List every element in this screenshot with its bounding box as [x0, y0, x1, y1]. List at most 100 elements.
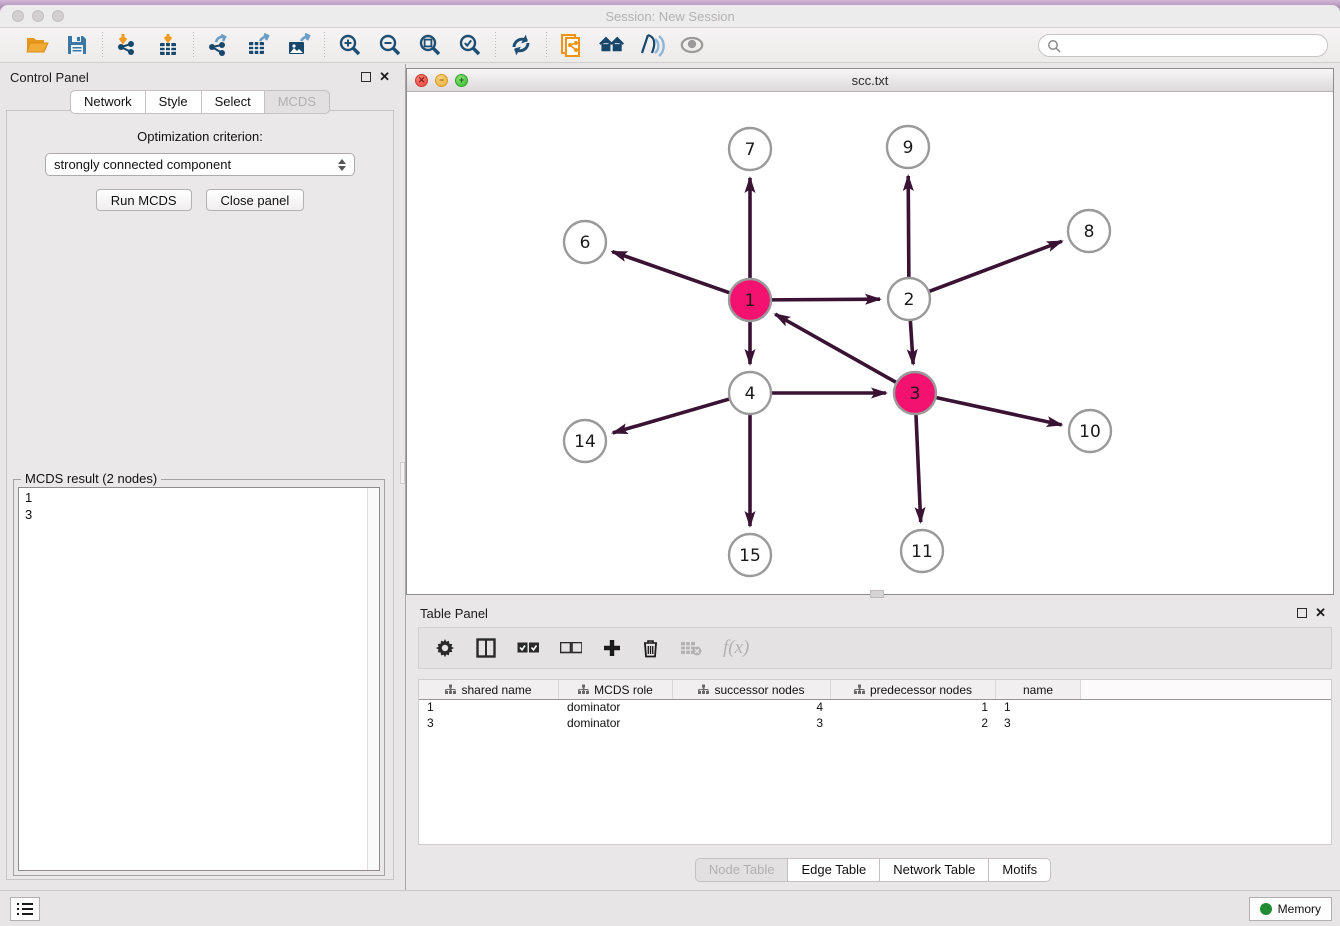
result-line: 1 [25, 489, 373, 506]
table-cell[interactable]: 3 [673, 716, 831, 732]
import-table-icon[interactable] [155, 32, 181, 58]
table-row[interactable]: 3dominator323 [419, 716, 1331, 732]
horizontal-splitter-handle[interactable] [870, 590, 884, 598]
tab-motifs[interactable]: Motifs [989, 858, 1051, 882]
new-network-file-icon[interactable] [559, 32, 585, 58]
result-line: 3 [25, 506, 373, 523]
graph-edge-3-1[interactable] [775, 314, 898, 383]
column-header-predecessor-nodes[interactable]: predecessor nodes [831, 680, 996, 699]
column-header-shared-name[interactable]: shared name [419, 680, 559, 699]
select-stepper-icon [338, 159, 346, 171]
export-image-icon[interactable] [286, 32, 312, 58]
table-cell[interactable]: 4 [673, 700, 831, 716]
function-builder-icon[interactable]: f(x) [723, 636, 749, 660]
column-header-MCDS-role[interactable]: MCDS role [559, 680, 673, 699]
table-panel-title: Table Panel [420, 606, 1297, 621]
graph-edge-1-2[interactable] [769, 299, 880, 300]
run-mcds-button[interactable]: Run MCDS [96, 189, 192, 211]
network-graph: 7968124314101511 [407, 92, 1333, 595]
tab-node-table[interactable]: Node Table [695, 858, 789, 882]
show-style-icon[interactable] [639, 32, 665, 58]
table-cell[interactable]: 2 [831, 716, 996, 732]
network-maximize-icon[interactable]: + [455, 74, 468, 87]
table-row[interactable]: 1dominator411 [419, 700, 1331, 716]
select-all-columns-icon[interactable] [517, 636, 539, 660]
graph-edge-2-9[interactable] [908, 176, 909, 280]
table-cell[interactable]: 1 [419, 700, 559, 716]
graph-edge-4-14[interactable] [613, 398, 732, 433]
table-cell[interactable]: 3 [996, 716, 1081, 732]
tab-edge-table[interactable]: Edge Table [788, 858, 880, 882]
import-network-icon[interactable] [115, 32, 141, 58]
main-toolbar [0, 28, 1340, 63]
splitter-handle[interactable] [400, 462, 405, 484]
float-panel-icon[interactable] [361, 72, 371, 82]
graph-node-label-2: 2 [904, 290, 915, 310]
save-session-icon[interactable] [64, 32, 90, 58]
zoom-fit-icon[interactable] [417, 32, 443, 58]
table-panel: Table Panel ✕ [406, 601, 1340, 890]
tab-mcds[interactable]: MCDS [265, 90, 330, 114]
float-table-panel-icon[interactable] [1297, 608, 1307, 618]
column-header-name[interactable]: name [996, 680, 1081, 699]
graph-node-label-3: 3 [910, 384, 921, 404]
tab-network[interactable]: Network [70, 90, 146, 114]
graph-edge-3-11[interactable] [916, 412, 921, 522]
window-titlebar: Session: New Session [0, 5, 1340, 28]
network-window-titlebar[interactable]: ✕ − + scc.txt [407, 69, 1333, 92]
tab-network-table[interactable]: Network Table [880, 858, 989, 882]
graph-node-label-8: 8 [1084, 222, 1095, 242]
mcds-result-legend: MCDS result (2 nodes) [21, 471, 161, 486]
graph-node-label-14: 14 [574, 432, 596, 452]
show-all-home-icon[interactable] [599, 32, 625, 58]
tab-style[interactable]: Style [146, 90, 202, 114]
mcds-result-text[interactable]: 1 3 [18, 487, 380, 871]
graph-node-label-9: 9 [903, 138, 914, 158]
graph-node-label-7: 7 [745, 140, 756, 160]
export-network-icon[interactable] [206, 32, 232, 58]
task-history-button[interactable] [10, 897, 40, 921]
hide-graphics-eye-icon[interactable] [679, 32, 705, 58]
memory-button[interactable]: Memory [1249, 897, 1332, 921]
deselect-all-columns-icon[interactable] [560, 636, 582, 660]
delete-column-trash-icon[interactable] [642, 636, 659, 660]
zoom-selected-icon[interactable] [457, 32, 483, 58]
table-cell[interactable]: 1 [996, 700, 1081, 716]
apply-layout-icon[interactable] [508, 32, 534, 58]
table-cell[interactable]: 3 [419, 716, 559, 732]
table-settings-gear-icon[interactable] [435, 636, 455, 660]
graph-edge-2-3[interactable] [910, 318, 913, 364]
network-minimize-icon[interactable]: − [435, 74, 448, 87]
application-window: Session: New Session [0, 5, 1340, 926]
zoom-out-icon[interactable] [377, 32, 403, 58]
close-panel-button[interactable]: Close panel [206, 189, 305, 211]
open-session-icon[interactable] [24, 32, 50, 58]
network-canvas[interactable]: 7968124314101511 [407, 92, 1333, 594]
table-tabs: Node Table Edge Table Network Table Moti… [406, 858, 1340, 882]
search-input[interactable] [1061, 39, 1319, 53]
table-cell[interactable]: 1 [831, 700, 996, 716]
search-icon [1047, 39, 1061, 53]
create-column-plus-icon[interactable] [603, 636, 621, 660]
table-toolbar: f(x) [418, 627, 1332, 669]
table-cell[interactable]: dominator [559, 700, 673, 716]
tab-select[interactable]: Select [202, 90, 265, 114]
table-cell[interactable]: dominator [559, 716, 673, 732]
column-type-icon [854, 684, 865, 695]
result-scrollbar[interactable] [367, 488, 379, 870]
close-panel-icon[interactable]: ✕ [379, 72, 390, 82]
zoom-in-icon[interactable] [337, 32, 363, 58]
control-panel-title: Control Panel [10, 70, 361, 85]
close-table-panel-icon[interactable]: ✕ [1315, 608, 1326, 618]
show-columns-icon[interactable] [476, 636, 496, 660]
delete-table-icon[interactable] [680, 636, 702, 660]
column-header-successor-nodes[interactable]: successor nodes [673, 680, 831, 699]
search-box[interactable] [1038, 34, 1328, 57]
export-table-icon[interactable] [246, 32, 272, 58]
list-icon [16, 902, 34, 916]
graph-edge-3-10[interactable] [934, 397, 1062, 425]
graph-edge-1-6[interactable] [612, 252, 732, 294]
network-close-icon[interactable]: ✕ [415, 74, 428, 87]
criterion-select[interactable]: strongly connected component [45, 153, 355, 176]
graph-edge-2-8[interactable] [927, 241, 1062, 292]
